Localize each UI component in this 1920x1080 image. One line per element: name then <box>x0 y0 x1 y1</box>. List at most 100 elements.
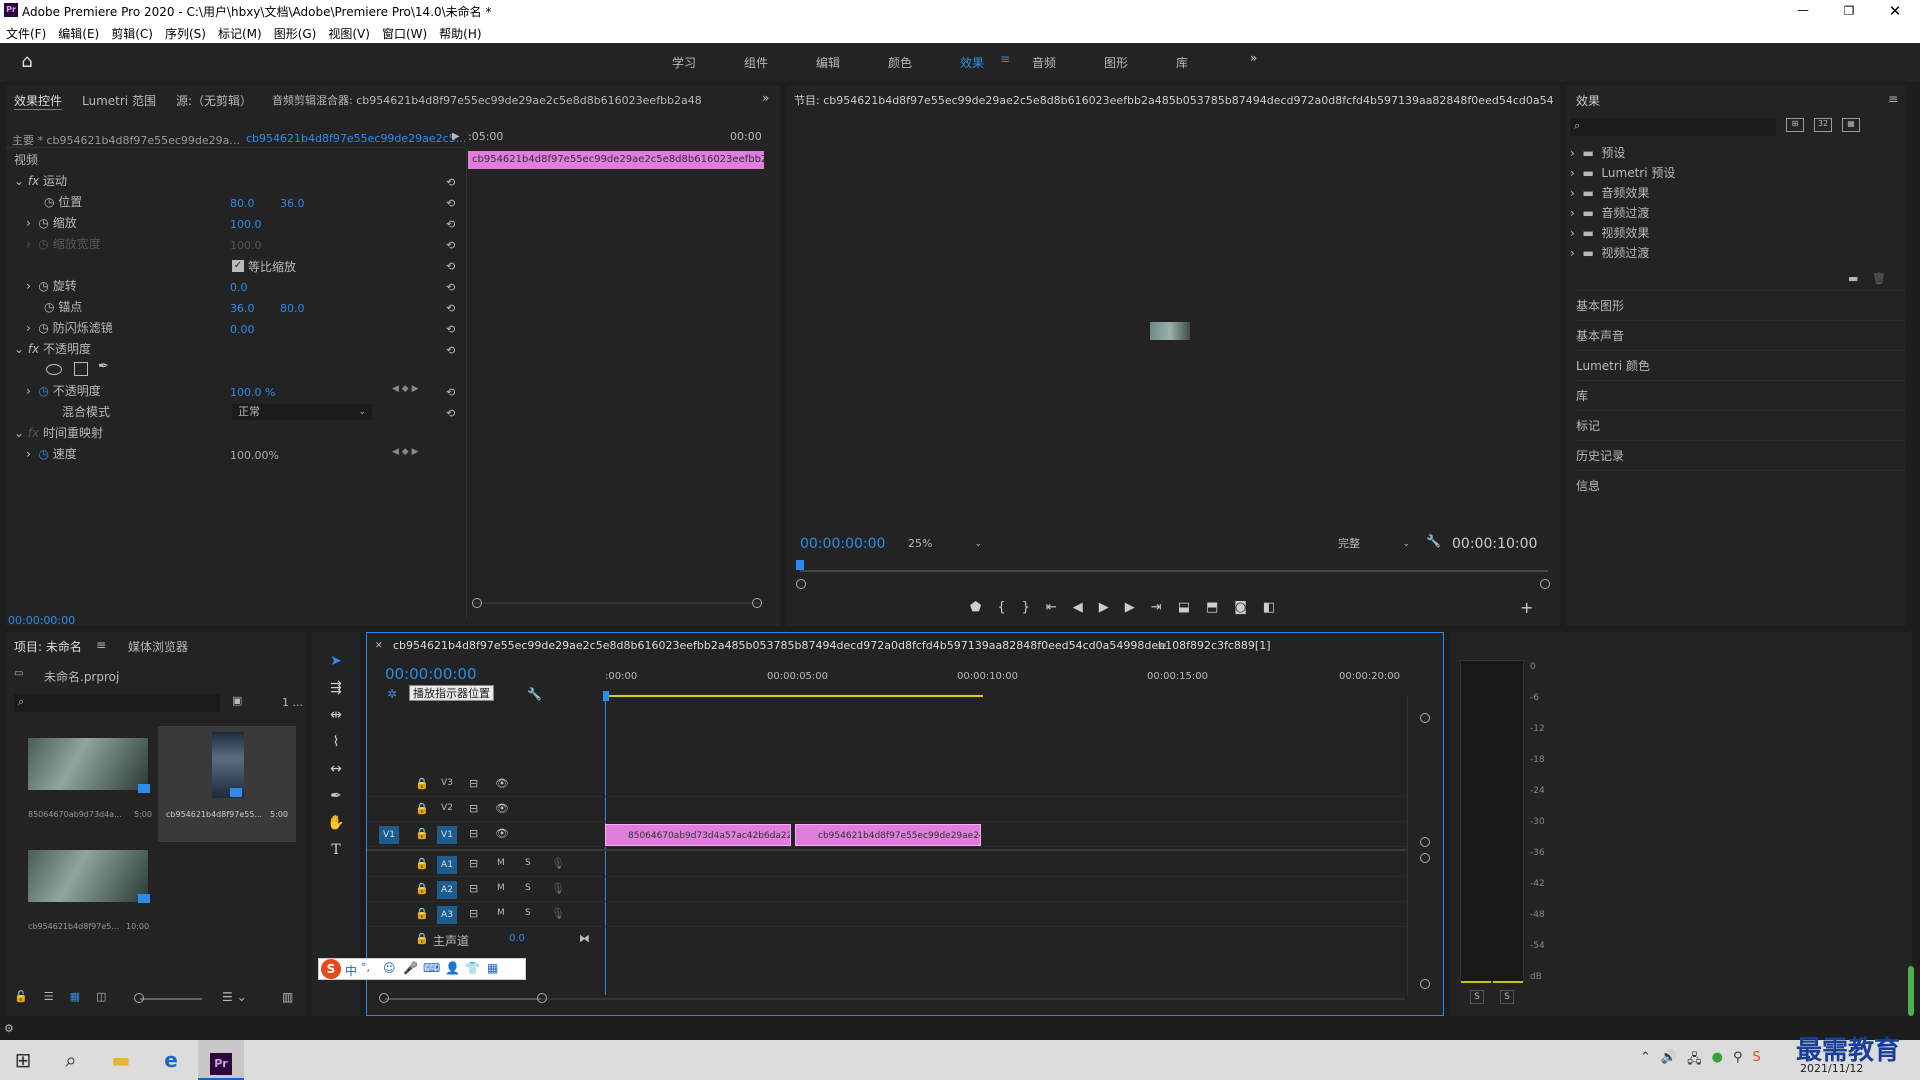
reset-icons[interactable]: ⟲ ⟲ ⟲ ⟲ ⟲ ⟲ ⟲ ⟲ ⟲ ⟲ ⟲ <box>446 172 462 424</box>
mic-icon[interactable]: 🎙 <box>551 882 565 895</box>
solo-right-button[interactable]: S <box>1500 990 1514 1004</box>
freeform-view-icon[interactable]: ◫ <box>96 990 106 1003</box>
tab-audio-clip-mixer[interactable]: 音频剪辑混合器: cb954621b4d8f97e55ec99de29ae2c5… <box>272 92 702 110</box>
position-x-value[interactable]: 80.0 <box>230 197 255 210</box>
type-tool-icon[interactable]: T <box>325 839 347 861</box>
timeline-clip[interactable]: cb954621b4d8f97e55ec99de29ae2c5e <box>795 824 981 846</box>
sequence-clip-label[interactable]: cb954621b4d8f97e55ec99de29ae2c5... <box>246 132 466 145</box>
sync-lock-icon[interactable]: ⊟ <box>469 777 478 790</box>
ime-lang[interactable]: 中 <box>345 962 357 979</box>
keyframe-nav-icon[interactable]: ◀ ◆ ▶ <box>392 384 419 394</box>
fx-opacity[interactable]: ⌄ fx 不透明度 <box>14 339 91 359</box>
mic-icon[interactable]: 🎙 <box>551 907 565 920</box>
track-label-v1[interactable]: V1 <box>437 826 457 844</box>
pen-mask-icon[interactable]: ✒ <box>98 359 109 374</box>
panel-markers[interactable]: 标记 <box>1576 410 1906 440</box>
extract-icon[interactable]: ⬒ <box>1206 600 1218 615</box>
icon-view-icon[interactable]: ▦ <box>70 990 80 1003</box>
restore-button[interactable]: ❐ <box>1838 0 1860 22</box>
panel-essential-sound[interactable]: 基本声音 <box>1576 320 1906 350</box>
network-icon[interactable]: 🖧 <box>1687 1050 1702 1072</box>
more-workspaces-icon[interactable]: » <box>1250 51 1257 65</box>
menu-clip[interactable]: 剪辑(C) <box>111 25 153 42</box>
zoom-handle-icon[interactable] <box>752 598 762 608</box>
solo-button[interactable]: S <box>525 883 531 893</box>
sequence-menu-icon[interactable]: ≡ <box>1157 639 1167 653</box>
mark-out-icon[interactable]: } <box>1022 600 1030 615</box>
selection-tool-icon[interactable]: ➤ <box>325 650 347 672</box>
slip-tool-icon[interactable]: ↔ <box>325 758 347 780</box>
zoom-handle-icon[interactable] <box>472 598 482 608</box>
lift-icon[interactable]: ⬓ <box>1178 600 1190 615</box>
32bit-effects-icon[interactable]: 32 <box>1814 118 1832 132</box>
program-timecode[interactable]: 00:00:00:00 <box>800 536 885 552</box>
tray-app-icon[interactable]: ⚲ <box>1733 1050 1743 1072</box>
zoom-select[interactable]: 25% ⌄ <box>904 536 986 552</box>
effects-menu-icon[interactable]: ≡ <box>1888 92 1898 106</box>
lock-icon[interactable]: 🔓 <box>14 990 28 1003</box>
ellipse-mask-icon[interactable] <box>46 364 62 375</box>
speed-keyframe-icon[interactable]: ◀ ◆ ▶ <box>392 447 419 457</box>
tree-audio-effects[interactable]: › ▬ 音频效果 <box>1570 183 1649 203</box>
export-frame-icon[interactable]: ◙ <box>1234 600 1247 615</box>
timeline-ruler[interactable]: :00:00 00:00:05:00 00:00:10:00 00:00:15:… <box>605 671 1415 701</box>
program-title[interactable]: 节目: cb954621b4d8f97e55ec99de29ae2c5e8d8b… <box>794 92 1554 108</box>
project-item-selected[interactable]: cb954621b4d8f97e55... 5:00 <box>158 726 296 842</box>
new-bin-icon[interactable]: ▬ <box>1848 272 1858 285</box>
lock-track-icon[interactable]: 🔒 <box>415 932 429 945</box>
playhead-icon[interactable] <box>603 691 609 701</box>
chevron-up-icon[interactable]: ⌃ <box>1640 1050 1651 1072</box>
skin-icon[interactable]: 👕 <box>465 961 480 975</box>
meter-scrollbar[interactable] <box>1908 966 1914 1016</box>
blend-mode-select[interactable]: 正常 ⌄ <box>232 404 372 420</box>
lock-track-icon[interactable]: 🔒 <box>415 777 429 790</box>
add-marker-icon[interactable]: ⬟ <box>970 600 981 615</box>
eye-icon[interactable]: 👁 <box>495 777 509 790</box>
work-area-bar[interactable] <box>605 695 983 697</box>
project-item[interactable]: cb954621b4d8f97e5... 10:00 <box>16 840 156 950</box>
close-sequence-icon[interactable]: ✕ <box>375 641 383 651</box>
wrench-icon[interactable]: 🔧 <box>1426 534 1441 548</box>
menu-window[interactable]: 窗口(W) <box>382 25 427 42</box>
go-to-in-icon[interactable]: ⇤ <box>1046 600 1057 615</box>
vscroll-handle-icon[interactable] <box>1420 853 1430 863</box>
tray-icons[interactable]: ⌃ 🔊 🖧 ● ⚲ S <box>1640 1050 1761 1072</box>
tray-app-icon[interactable]: ● <box>1712 1050 1723 1072</box>
fx-motion[interactable]: ⌄ fx 运动 <box>14 171 67 191</box>
add-button-icon[interactable]: + <box>1520 598 1533 617</box>
volume-icon[interactable]: 🔊 <box>1661 1050 1677 1072</box>
accelerated-effects-icon[interactable]: ⊞ <box>1786 118 1804 132</box>
vscroll-handle-icon[interactable] <box>1420 713 1430 723</box>
eye-icon[interactable]: 👁 <box>495 827 509 840</box>
track-label-a1[interactable]: A1 <box>437 856 457 874</box>
position-y-value[interactable]: 36.0 <box>280 197 305 210</box>
tab-media-browser[interactable]: 媒体浏览器 <box>128 638 188 655</box>
speed-value[interactable]: 100.00% <box>230 449 279 462</box>
yuv-effects-icon[interactable]: ▦ <box>1842 118 1860 132</box>
panel-info[interactable]: 信息 <box>1576 470 1906 500</box>
panel-essential-graphics[interactable]: 基本图形 <box>1576 290 1906 320</box>
step-forward-icon[interactable]: ▶ <box>1125 600 1135 615</box>
sequence-tab[interactable]: cb954621b4d8f97e55ec99de29ae2c5e8d8b6160… <box>393 639 1393 652</box>
lock-track-icon[interactable]: 🔒 <box>415 882 429 895</box>
workspace-learn[interactable]: 学习 <box>672 54 744 71</box>
position-row[interactable]: ◷ 位置 <box>44 192 82 212</box>
workspace-assembly[interactable]: 组件 <box>744 54 816 71</box>
tab-lumetri-scopes[interactable]: Lumetri 范围 <box>82 92 156 110</box>
timeline-timecode[interactable]: 00:00:00:00 <box>385 665 477 683</box>
track-select-tool-icon[interactable]: ⇶ <box>325 677 347 699</box>
sync-lock-icon[interactable]: ⊟ <box>469 802 478 815</box>
mute-button[interactable]: M <box>497 908 505 918</box>
tree-video-transitions[interactable]: › ▬ 视频过渡 <box>1570 243 1649 263</box>
lock-track-icon[interactable]: 🔒 <box>415 827 429 840</box>
play-only-icon[interactable]: ▶ <box>452 131 460 142</box>
lock-track-icon[interactable]: 🔒 <box>415 907 429 920</box>
sort-icon[interactable]: ☰ ⌄ <box>222 990 247 1004</box>
vscroll-handle-icon[interactable] <box>1420 837 1430 847</box>
fx-time-remap[interactable]: ⌄ fx 时间重映射 <box>14 423 103 443</box>
scale-value[interactable]: 100.0 <box>230 218 262 231</box>
workspace-menu-icon[interactable]: ≡ <box>1000 52 1010 66</box>
play-icon[interactable]: ▶ <box>1099 600 1109 615</box>
mini-timeline-clip[interactable]: cb954621b4d8f97e55ec99de29ae2c5e8d8b6160… <box>468 151 764 169</box>
timeline-settings-icon[interactable]: 🔧 <box>527 687 542 701</box>
